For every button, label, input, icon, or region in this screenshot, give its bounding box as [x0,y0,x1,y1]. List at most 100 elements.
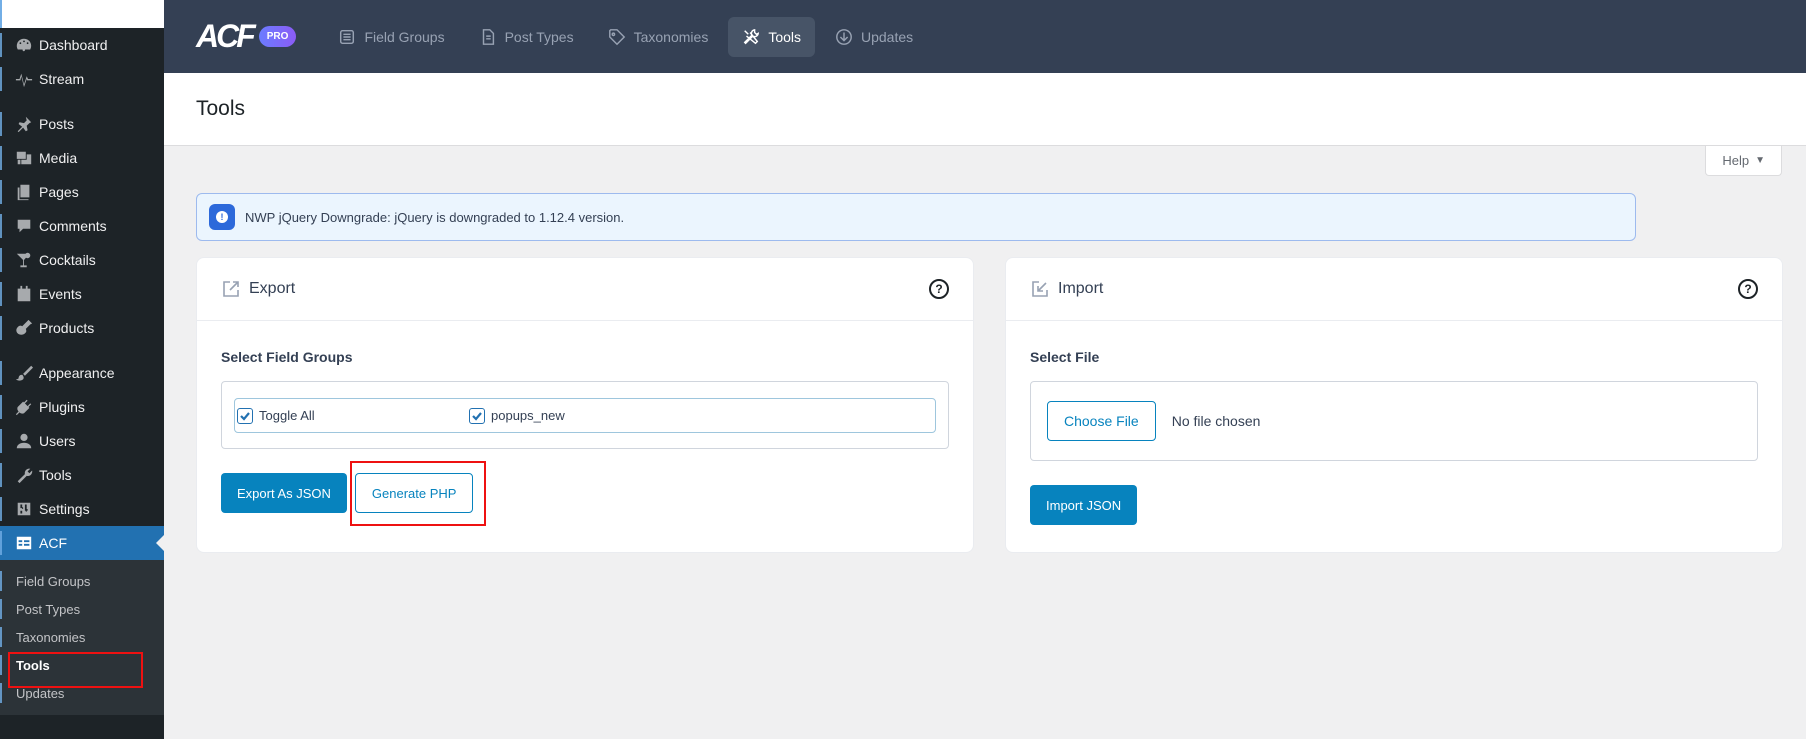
sidebar-item-plugins[interactable]: Plugins [0,390,164,424]
tab-taxonomies[interactable]: Taxonomies [594,17,723,57]
import-panel-body: Select File Choose File No file chosen I… [1006,321,1782,549]
sidebar-item-label: Media [39,150,78,166]
tab-tools[interactable]: Tools [728,16,815,57]
checkbox-label: popups_new [491,408,565,423]
tab-label: Taxonomies [633,28,709,45]
sidebar-item-dashboard[interactable]: Dashboard [0,28,164,62]
guitar-icon [14,318,34,338]
stream-icon [14,69,34,89]
sidebar-item-users[interactable]: Users [0,424,164,458]
admin-menu: Dashboard Stream Posts Media Pages Comme… [0,28,164,560]
help-circle-icon[interactable]: ? [929,279,949,299]
page-title-bar: Tools [164,73,1806,146]
download-circle-icon [836,28,852,45]
caret-down-icon: ▼ [1755,155,1765,166]
sidebar-top-strip [0,0,164,28]
tab-post-types[interactable]: Post Types [465,17,588,57]
export-panel-body: Select Field Groups Toggle All popups_ne… [197,321,973,537]
select-file-label: Select File [1030,349,1100,365]
tab-label: Field Groups [364,28,445,45]
sidebar-item-appearance[interactable]: Appearance [0,356,164,390]
checkbox-label: Toggle All [259,408,315,423]
sidebar-item-label: Comments [39,218,107,234]
popups-new-checkbox[interactable]: popups_new [467,407,699,424]
menu-separator [0,345,164,356]
sidebar-item-label: Users [39,433,76,449]
submenu-item-field-groups[interactable]: Field Groups [0,567,164,595]
admin-notice: ! NWP jQuery Downgrade: jQuery is downgr… [196,193,1636,241]
field-groups-checklist-wrap: Toggle All popups_new [221,381,949,449]
sidebar-item-media[interactable]: Media [0,141,164,175]
plugin-icon [14,397,34,417]
acf-logo-text: ACF [196,18,256,54]
acf-header: ACF PRO Field Groups Post Types Taxonomi… [164,0,1806,73]
sidebar-item-settings[interactable]: Settings [0,492,164,526]
sidebar-item-events[interactable]: Events [0,277,164,311]
generate-php-highlight: Generate PHP [349,461,486,526]
menu-separator [0,96,164,107]
import-icon [1030,279,1050,299]
post-types-icon [482,28,494,45]
brush-icon [14,363,34,383]
sidebar-item-stream[interactable]: Stream [0,62,164,96]
settings-icon [14,499,34,519]
pages-icon [14,182,34,202]
checkbox-checked-icon [469,407,485,424]
sidebar-item-label: Stream [39,71,85,87]
sidebar-item-label: Products [39,320,95,336]
sidebar-item-posts[interactable]: Posts [0,107,164,141]
acf-tabs: Field Groups Post Types Taxonomies Tools… [324,16,927,57]
wrench-icon [14,465,34,485]
submenu-item-tools[interactable]: Tools [0,651,164,688]
checkbox-checked-icon [237,407,253,424]
tab-field-groups[interactable]: Field Groups [324,17,458,57]
choose-file-button[interactable]: Choose File [1047,401,1156,441]
sidebar-item-label: ACF [39,535,67,551]
sidebar-item-label: Appearance [39,365,115,381]
tab-updates[interactable]: Updates [821,17,927,57]
tools-icon [743,28,760,44]
info-icon: ! [209,204,235,230]
import-actions: Import JSON [1030,485,1758,525]
cocktail-icon [14,250,34,270]
toggle-all-checkbox[interactable]: Toggle All [235,407,467,424]
export-as-json-button[interactable]: Export As JSON [221,473,347,513]
field-groups-checklist: Toggle All popups_new [234,398,936,433]
import-json-button[interactable]: Import JSON [1030,485,1138,525]
media-icon [14,148,34,168]
sidebar-item-label: Tools [39,467,72,483]
export-icon [221,279,241,299]
sidebar-item-pages[interactable]: Pages [0,175,164,209]
admin-sidebar: Dashboard Stream Posts Media Pages Comme… [0,0,164,739]
sidebar-item-label: Settings [39,501,90,517]
page-title: Tools [196,97,246,120]
sidebar-item-label: Cocktails [39,252,96,268]
import-panel: Import ? Select File Choose File No file… [1005,257,1783,553]
user-icon [14,431,34,451]
submenu-item-post-types[interactable]: Post Types [0,595,164,623]
sidebar-item-comments[interactable]: Comments [0,209,164,243]
sidebar-item-tools[interactable]: Tools [0,458,164,492]
dashboard-icon [14,35,34,55]
select-field-groups-label: Select Field Groups [221,349,353,365]
acf-submenu: Field Groups Post Types Taxonomies Tools… [0,560,164,715]
submenu-item-taxonomies[interactable]: Taxonomies [0,623,164,651]
notice-text: NWP jQuery Downgrade: jQuery is downgrad… [245,209,625,225]
sidebar-item-products[interactable]: Products [0,311,164,345]
sidebar-item-label: Posts [39,116,75,132]
sidebar-item-label: Dashboard [39,37,108,53]
acf-table-icon [14,533,34,553]
help-circle-icon[interactable]: ? [1738,279,1758,299]
sidebar-item-acf[interactable]: ACF [0,526,164,560]
sidebar-item-cocktails[interactable]: Cocktails [0,243,164,277]
export-panel-title: Export [249,280,296,297]
pin-icon [14,114,34,134]
submenu-item-updates[interactable]: Updates [0,679,164,707]
generate-php-button[interactable]: Generate PHP [354,473,474,513]
calendar-icon [14,284,34,304]
acf-logo[interactable]: ACF PRO [196,18,297,55]
tag-icon [608,28,625,45]
help-tab-button[interactable]: Help ▼ [1705,146,1782,176]
help-label: Help [1722,153,1750,168]
export-panel-header: Export ? [197,258,973,321]
